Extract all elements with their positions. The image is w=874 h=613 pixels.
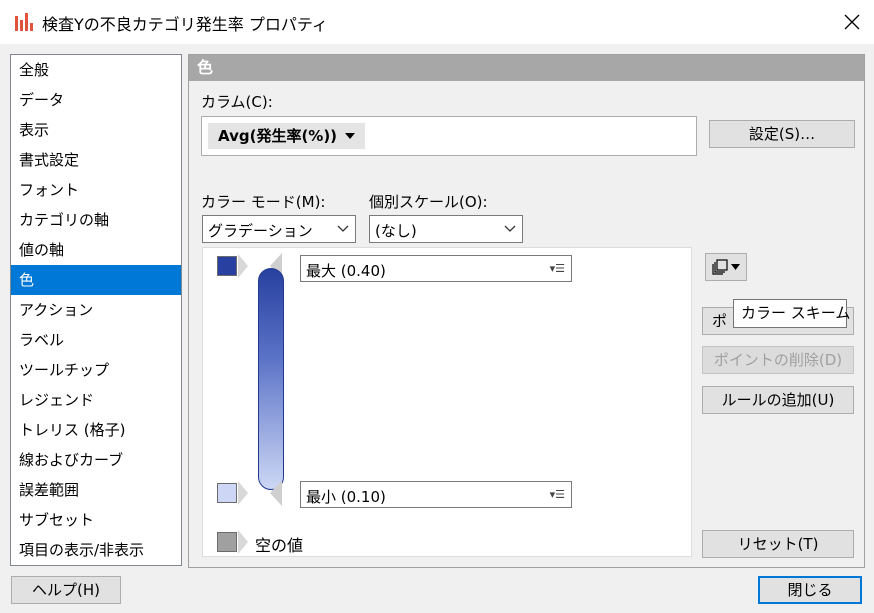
category-list: 全般 データ 表示 書式設定 フォント カテゴリの軸 値の軸 色 アクション ラ…: [10, 54, 182, 566]
close-icon: [844, 14, 860, 30]
sidebar-item-lines-curves[interactable]: 線およびカーブ: [11, 445, 181, 475]
min-color-swatch[interactable]: [217, 483, 237, 503]
color-scale-editor: 最大 (0.40) ▾☰ 最小 (0.10) ▾☰ 空の値: [202, 247, 692, 557]
sidebar-item-tooltip[interactable]: ツールチップ: [11, 355, 181, 385]
empty-value-label: 空の値: [255, 536, 304, 555]
empty-color-swatch[interactable]: [217, 532, 237, 552]
column-selector: Avg(発生率(%)): [201, 116, 697, 156]
menu-icon[interactable]: ▾☰: [550, 262, 565, 275]
sidebar-item-labels[interactable]: ラベル: [11, 325, 181, 355]
individual-scale-value: (なし): [375, 222, 417, 240]
sidebar-item-actions[interactable]: アクション: [11, 295, 181, 325]
min-value-text: 最小 (0.10): [306, 488, 386, 506]
panel-header: 色: [189, 55, 864, 81]
sidebar-item-formatting[interactable]: 書式設定: [11, 145, 181, 175]
sidebar-item-value-axis[interactable]: 値の軸: [11, 235, 181, 265]
sidebar-item-display[interactable]: 表示: [11, 115, 181, 145]
sidebar-item-category-axis[interactable]: カテゴリの軸: [11, 205, 181, 235]
color-mode-dropdown[interactable]: グラデーション: [202, 215, 356, 243]
max-pointer: [238, 254, 248, 278]
color-scheme-tooltip: カラー スキーム: [733, 299, 850, 328]
settings-button[interactable]: 設定(S)…: [709, 120, 855, 148]
reset-button[interactable]: リセット(T): [702, 530, 854, 558]
sidebar-item-general[interactable]: 全般: [11, 55, 181, 85]
color-mode-value: グラデーション: [208, 222, 313, 240]
empty-pointer: [238, 530, 248, 554]
delete-point-button[interactable]: ポイントの削除(D): [702, 346, 854, 374]
min-value-field[interactable]: 最小 (0.10) ▾☰: [300, 481, 572, 508]
copy-icon: [712, 259, 728, 275]
sidebar-item-trellis[interactable]: トレリス (格子): [11, 415, 181, 445]
chevron-down-icon: [337, 225, 349, 232]
individual-scale-label: 個別スケール(O):: [369, 193, 488, 211]
window-title: 検査Yの不良カテゴリ発生率 プロパティ: [42, 15, 328, 34]
chevron-down-icon: [731, 264, 740, 270]
sidebar-item-data[interactable]: データ: [11, 85, 181, 115]
column-value: Avg(発生率(%)): [218, 127, 338, 145]
gradient-bar: [258, 268, 284, 490]
min-handle[interactable]: [270, 480, 282, 506]
sidebar-item-error-bars[interactable]: 誤差範囲: [11, 475, 181, 505]
column-chip[interactable]: Avg(発生率(%)): [208, 123, 366, 149]
color-mode-label: カラー モード(M):: [201, 193, 326, 211]
color-scheme-button[interactable]: [705, 253, 747, 281]
bar-chart-icon: [15, 13, 33, 31]
menu-icon[interactable]: ▾☰: [550, 488, 565, 501]
chevron-down-icon: [345, 133, 356, 139]
min-pointer: [238, 481, 248, 505]
help-button[interactable]: ヘルプ(H): [11, 576, 121, 604]
sidebar-item-fonts[interactable]: フォント: [11, 175, 181, 205]
title-bar: 検査Yの不良カテゴリ発生率 プロパティ: [0, 0, 874, 44]
sidebar-item-show-hide-items[interactable]: 項目の表示/非表示: [11, 535, 181, 565]
close-window-button[interactable]: [836, 6, 868, 38]
max-color-swatch[interactable]: [217, 256, 237, 276]
individual-scale-dropdown[interactable]: (なし): [369, 215, 523, 243]
add-rule-button[interactable]: ルールの追加(U): [702, 386, 854, 414]
column-label: カラム(C):: [201, 93, 273, 111]
sidebar-item-subsets[interactable]: サブセット: [11, 505, 181, 535]
max-value-field[interactable]: 最大 (0.40) ▾☰: [300, 255, 572, 282]
sidebar-item-legend[interactable]: レジェンド: [11, 385, 181, 415]
sidebar-item-colors[interactable]: 色: [11, 265, 181, 295]
max-value-text: 最大 (0.40): [306, 262, 386, 280]
chevron-down-icon: [504, 225, 516, 232]
close-button[interactable]: 閉じる: [758, 576, 862, 604]
